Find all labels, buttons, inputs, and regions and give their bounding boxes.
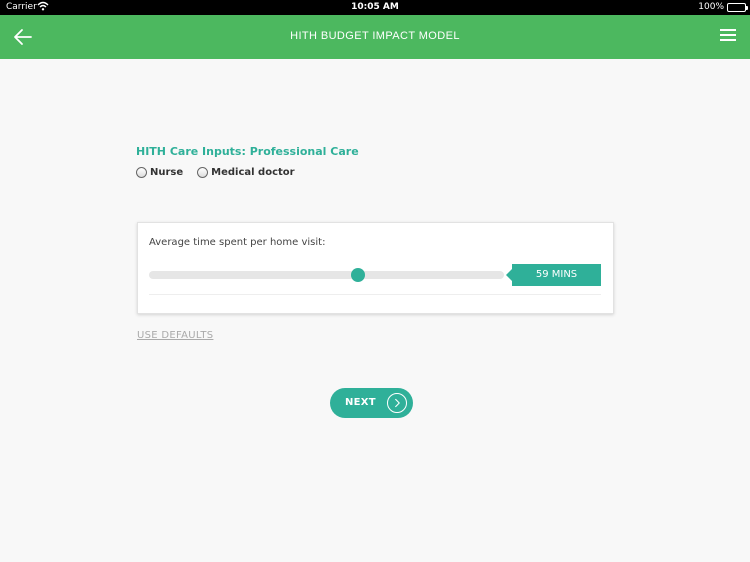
radio-circle-icon[interactable] — [136, 167, 147, 178]
hamburger-menu-icon[interactable] — [720, 29, 736, 43]
back-arrow-icon[interactable] — [12, 26, 34, 48]
next-button-label: NEXT — [345, 397, 376, 408]
section-heading: HITH Care Inputs: Professional Care — [136, 145, 359, 158]
nurse-label: Nurse — [150, 167, 184, 178]
battery-icon — [727, 3, 748, 12]
slider-label: Average time spent per home visit: — [149, 237, 326, 248]
divider — [149, 294, 601, 295]
use-defaults-link[interactable]: USE DEFAULTS — [137, 330, 213, 341]
slider-thumb[interactable] — [351, 268, 366, 282]
radio-circle-icon[interactable] — [197, 167, 209, 178]
battery-percentage: 100% — [698, 2, 724, 12]
medical-doctor-label: Medical doctor — [211, 167, 295, 178]
visit-time-card: Average time spent per home visit: 59 MI… — [137, 222, 614, 314]
status-bar: Carrier 10:05 AM 100% — [0, 0, 750, 15]
clock: 10:05 AM — [351, 2, 399, 12]
next-button[interactable]: NEXT — [330, 388, 413, 418]
professional-type-radio-group: Nurse Medical doctor — [136, 167, 309, 178]
app-header: HITH BUDGET IMPACT MODEL — [0, 15, 750, 59]
slider-value-badge: 59 MINS — [506, 264, 601, 286]
chevron-right-icon — [387, 393, 407, 413]
visit-time-slider-track[interactable] — [149, 268, 504, 282]
page-title: HITH BUDGET IMPACT MODEL — [290, 30, 460, 42]
nurse-radio[interactable]: Nurse — [136, 167, 183, 178]
medical-doctor-radio[interactable]: Medical doctor — [197, 167, 295, 178]
